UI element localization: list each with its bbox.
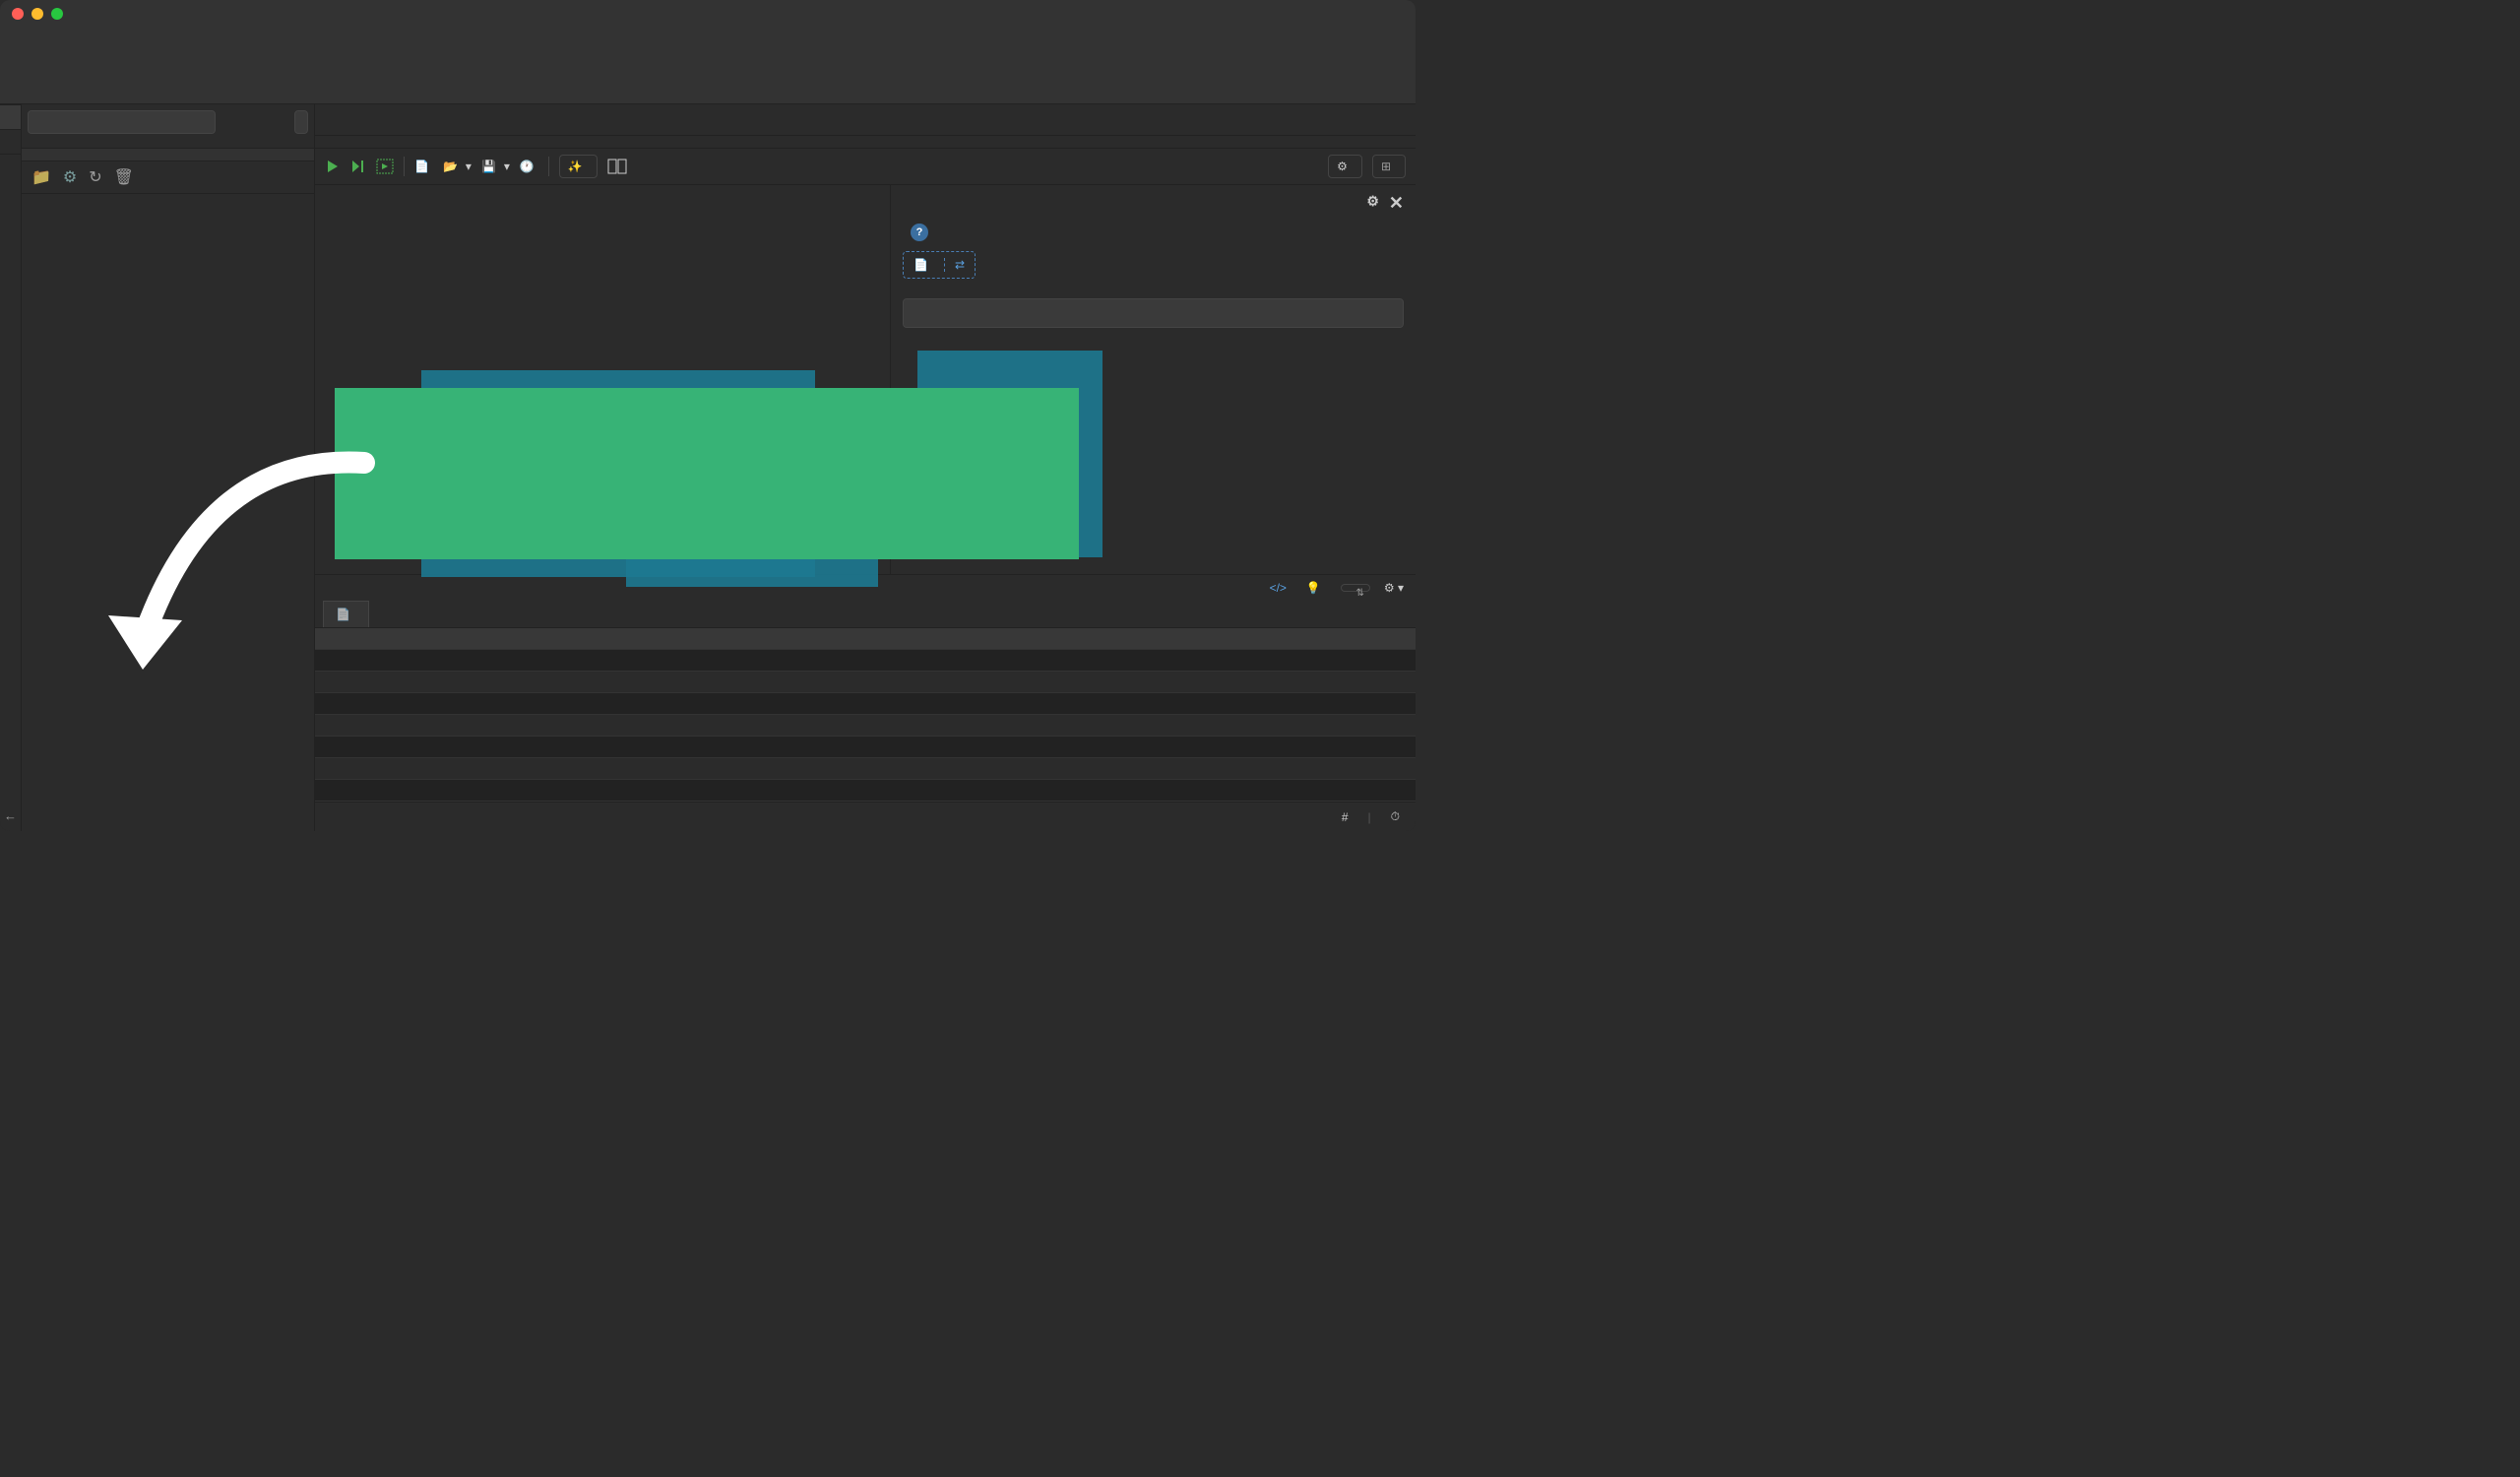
run-step-button[interactable] — [350, 159, 366, 174]
rail-operations[interactable] — [0, 154, 21, 178]
save-script-button[interactable]: 💾 ▾ — [481, 160, 510, 173]
query-code-button[interactable]: </> — [1270, 581, 1292, 595]
execution-time: ⏱ — [1391, 809, 1400, 824]
visual-query-builder-button[interactable]: ⊞ — [1372, 155, 1406, 178]
rail-my-resources[interactable] — [0, 129, 21, 154]
breadcrumb — [315, 136, 1416, 149]
collection-icon: 📄 — [336, 608, 350, 621]
my-resources-header — [22, 148, 314, 161]
result-tab[interactable]: 📄 — [323, 601, 369, 627]
resources-tree — [22, 194, 314, 831]
rail-collapse-button[interactable]: ← — [0, 801, 21, 831]
layout-toggle-button[interactable] — [607, 159, 627, 174]
ai-query-input[interactable] — [903, 298, 1404, 328]
help-icon[interactable]: ? — [911, 224, 928, 241]
collection-icon: 📄 — [914, 258, 928, 272]
delete-resource-icon[interactable]: 🗑 — [114, 167, 134, 187]
resource-settings-icon[interactable]: ⚙ — [63, 167, 77, 187]
search-connections-input[interactable] — [28, 110, 216, 134]
match-case-button[interactable] — [294, 110, 308, 134]
ai-close-icon[interactable]: ✕ — [1389, 193, 1404, 214]
maximize-window-button[interactable] — [51, 8, 63, 20]
count-documents-button[interactable]: # — [1342, 810, 1349, 824]
left-rail: ← — [0, 104, 22, 831]
results-table — [315, 628, 1416, 802]
status-separator: | — [1368, 810, 1371, 824]
results-settings-button[interactable]: ⚙ ▾ — [1384, 581, 1404, 595]
new-script-button[interactable]: 📄 — [414, 160, 433, 173]
view-mode-select[interactable] — [1341, 584, 1370, 592]
editor-tabs — [315, 104, 1416, 136]
explain-button[interactable]: 💡 — [1306, 581, 1327, 595]
change-sources-link[interactable]: ⇄ — [944, 258, 965, 272]
title-bar — [0, 0, 1416, 28]
promo-banner — [335, 388, 1079, 559]
run-button[interactable] — [325, 159, 341, 174]
status-bar: # | ⏱ — [315, 802, 1416, 831]
add-resource-icon[interactable]: 📁 — [32, 167, 51, 187]
table-row[interactable] — [315, 650, 1416, 672]
ai-source-box: 📄 ⇄ — [903, 251, 976, 279]
sidebar: 📁 ⚙ ↻ 🗑 — [22, 104, 315, 831]
my-resources-toolbar: 📁 ⚙ ↻ 🗑 — [22, 161, 314, 194]
connections-tree — [22, 140, 314, 148]
editor-toolbar: 📄 📂 ▾ 💾 ▾ 🕐 ✨ ⚙ ⊞ — [315, 149, 1416, 185]
script-history-button[interactable]: 🕐 — [520, 160, 538, 173]
main-toolbar — [0, 28, 1416, 104]
close-window-button[interactable] — [12, 8, 24, 20]
rail-open-connections[interactable] — [0, 104, 21, 129]
refresh-resources-icon[interactable]: ↻ — [89, 167, 101, 187]
enable-query-assist-button[interactable]: ✨ — [559, 155, 598, 178]
ai-helper-button[interactable]: ⚙ — [1328, 155, 1362, 178]
load-script-button[interactable]: 📂 ▾ — [443, 160, 472, 173]
run-selection-button[interactable] — [376, 159, 394, 174]
ai-settings-icon[interactable]: ⚙ — [1366, 193, 1379, 214]
minimize-window-button[interactable] — [32, 8, 43, 20]
